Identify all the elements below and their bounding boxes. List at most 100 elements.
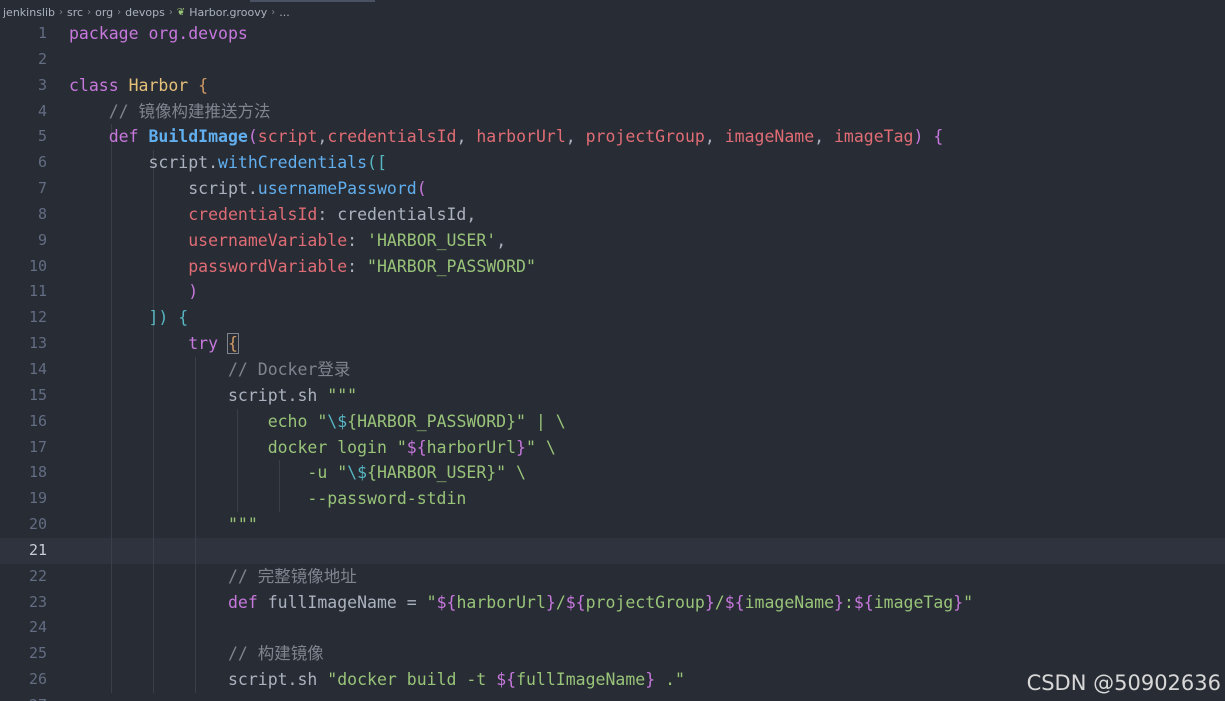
code-line[interactable]: 15 script.sh """ — [0, 382, 1225, 409]
line-number: 15 — [28, 385, 47, 404]
code-line[interactable]: 9 usernameVariable: 'HARBOR_USER', — [0, 227, 1225, 254]
code-line-content: -u "\${HARBOR_USER}" \ — [69, 460, 526, 486]
code-token: ( — [416, 179, 427, 199]
line-number: 14 — [28, 359, 47, 378]
code-token: package — [69, 24, 139, 43]
code-token: // Docker登录 — [227, 359, 351, 379]
line-number: 11 — [28, 282, 47, 301]
code-token: harborUrl — [456, 592, 546, 612]
code-token: " — [963, 592, 974, 612]
code-line[interactable]: 22 // 完整镜像地址 — [0, 563, 1225, 590]
code-token: usernameVariable — [188, 230, 348, 250]
code-token: """ — [327, 385, 358, 405]
code-line[interactable]: 25 // 构建镜像 — [0, 641, 1225, 668]
code-token: , — [704, 127, 725, 147]
indent-guide — [111, 537, 112, 564]
code-line-content: usernameVariable: 'HARBOR_USER', — [69, 228, 506, 254]
breadcrumb-item-jenkinslib[interactable]: jenkinslib — [3, 6, 55, 19]
breadcrumb-item-file[interactable]: Harbor.groovy — [189, 6, 267, 19]
code-line-content: passwordVariable: "HARBOR_PASSWORD" — [69, 254, 536, 280]
code-line[interactable]: 24 — [0, 615, 1225, 642]
code-line[interactable]: 16 echo "\${HARBOR_PASSWORD}" | \ — [0, 408, 1225, 435]
code-line[interactable]: 14 // Docker登录 — [0, 356, 1225, 383]
indent-guide — [195, 537, 196, 564]
indent-guide — [153, 537, 154, 564]
line-number: 9 — [37, 230, 47, 249]
code-token: , — [814, 127, 834, 147]
code-line[interactable]: 8 credentialsId: credentialsId, — [0, 201, 1225, 228]
code-token: } — [704, 592, 715, 612]
code-token: harborUrl — [426, 437, 517, 457]
code-token: : credentialsId, — [317, 204, 477, 224]
breadcrumb-item-org[interactable]: org — [95, 6, 113, 19]
code-token: withCredentials — [218, 153, 368, 173]
code-token: \$ — [327, 411, 348, 431]
line-number: 12 — [28, 308, 47, 327]
code-line[interactable]: 5 def BuildImage(script,credentialsId, h… — [0, 124, 1225, 151]
code-line[interactable]: 6 script.withCredentials([ — [0, 150, 1225, 177]
code-token: \$ — [347, 463, 368, 483]
code-line-content: // 镜像构建推送方法 — [69, 99, 271, 125]
code-token: projectGroup — [585, 127, 705, 147]
code-token: class — [69, 75, 119, 95]
code-line[interactable]: 20 """ — [0, 512, 1225, 538]
code-line[interactable]: 11 ) — [0, 279, 1225, 306]
indent-guide — [153, 615, 154, 642]
code-token: imageName — [744, 592, 834, 612]
code-line[interactable]: 12 ]) { — [0, 305, 1225, 332]
line-number: 21 — [28, 540, 47, 559]
code-token: : — [347, 230, 368, 250]
code-token: // 完整镜像地址 — [227, 566, 357, 586]
line-number: 10 — [28, 256, 47, 275]
code-area[interactable]: 1 package org.devops 2 3 class Harbor {4 // … — [0, 21, 1225, 701]
code-line-content: try { — [69, 331, 239, 357]
breadcrumb: jenkinslib › src › org › devops › ❦ Harb… — [0, 2, 1225, 22]
code-token: , — [317, 127, 328, 147]
line-number: 6 — [37, 153, 47, 172]
code-line-content: echo "\${HARBOR_PASSWORD}" | \ — [69, 409, 566, 435]
code-line[interactable]: 21 — [0, 537, 1225, 564]
code-token: ]) — [148, 308, 169, 328]
code-line[interactable]: 13 try { — [0, 331, 1225, 357]
code-line-content: """ — [69, 512, 258, 538]
code-line[interactable]: 19 --password-stdin — [0, 486, 1225, 513]
code-token: Harbor — [128, 75, 189, 95]
code-token: script.sh — [227, 670, 328, 690]
breadcrumb-item-devops[interactable]: devops — [125, 6, 165, 19]
code-line[interactable]: 23 def fullImageName = "${harborUrl}/${p… — [0, 589, 1225, 616]
code-token: script — [257, 127, 318, 147]
code-token: BuildImage — [148, 127, 248, 147]
code-line[interactable]: 1 package org.devops — [0, 21, 1225, 47]
breadcrumb-item-more[interactable]: ... — [279, 6, 290, 19]
breadcrumb-item-src[interactable]: src — [67, 6, 83, 19]
code-token: } — [645, 670, 656, 690]
code-editor[interactable]: jenkinslib › src › org › devops › ❦ Harb… — [0, 0, 1225, 701]
line-number: 19 — [28, 489, 47, 508]
code-line[interactable]: 17 docker login "${harborUrl}" \ — [0, 434, 1225, 461]
code-line[interactable]: 7 script.usernamePassword( — [0, 176, 1225, 202]
code-line[interactable]: 2 — [0, 47, 1225, 73]
line-number: 4 — [37, 101, 47, 120]
code-token: """ — [227, 515, 258, 535]
code-token: } — [953, 592, 964, 612]
code-line-content: script.usernamePassword( — [69, 176, 427, 202]
line-number: 2 — [37, 49, 47, 68]
code-line[interactable]: 3 class Harbor { — [0, 73, 1225, 99]
code-token: imageTag — [873, 592, 954, 612]
code-line[interactable]: 4 // 镜像构建推送方法 — [0, 99, 1225, 125]
code-line[interactable]: 10 passwordVariable: "HARBOR_PASSWORD" — [0, 253, 1225, 280]
code-line[interactable]: 18 -u "\${HARBOR_USER}" \ — [0, 460, 1225, 487]
code-token: ." — [655, 670, 685, 690]
line-number: 1 — [37, 24, 47, 42]
chevron-right-icon: › — [87, 6, 92, 18]
